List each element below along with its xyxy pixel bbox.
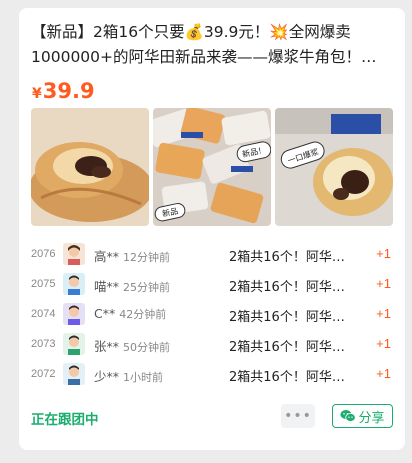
order-time: 1小时前 [123, 371, 164, 384]
order-row[interactable]: 2073 张** 50分钟前 2箱共16个！阿华… +1 [19, 331, 405, 361]
order-row[interactable]: 2074 C** 42分钟前 2箱共16个！阿华… +1 [19, 301, 405, 331]
order-time: 25分钟前 [123, 281, 171, 294]
post-title[interactable]: 【新品】2箱16个只要💰39.9元！💥全网爆卖1000000+的阿华田新品来袭—… [31, 20, 395, 70]
order-item: 2箱共16个！阿华… [229, 280, 345, 295]
product-images: 新品！ 新品 一口爆浆 [31, 108, 393, 228]
order-count: +1 [376, 246, 391, 261]
order-item: 2箱共16个！阿华… [229, 310, 345, 325]
order-row[interactable]: 2072 少** 1小时前 2箱共16个！阿华… +1 [19, 361, 405, 391]
group-buy-card[interactable]: 【新品】2箱16个只要💰39.9元！💥全网爆卖1000000+的阿华田新品来袭—… [19, 8, 405, 450]
avatar [63, 303, 85, 325]
order-item: 2箱共16个！阿华… [229, 340, 345, 355]
buyer-name: C** 42分钟前 [94, 306, 167, 321]
order-time: 12分钟前 [123, 251, 171, 264]
more-button[interactable]: ••• [281, 404, 315, 428]
order-number: 2072 [31, 368, 56, 380]
share-button[interactable]: 分享 [332, 404, 393, 428]
product-image-3[interactable]: 一口爆浆 [275, 108, 393, 226]
order-item: 2箱共16个！阿华… [229, 250, 345, 265]
order-count: +1 [376, 306, 391, 321]
order-number: 2075 [31, 278, 56, 290]
wechat-icon [340, 410, 357, 422]
avatar [63, 363, 85, 385]
price: ¥39.9 [32, 78, 95, 107]
buyer-name: 张** 50分钟前 [94, 339, 171, 354]
avatar [63, 333, 85, 355]
product-image-2[interactable]: 新品！ 新品 [153, 108, 271, 226]
order-number: 2074 [31, 308, 56, 320]
order-count: +1 [376, 276, 391, 291]
avatar [63, 273, 85, 295]
price-value: 39.9 [42, 79, 95, 103]
buyer-name: 高** 12分钟前 [94, 249, 171, 264]
product-image-1[interactable] [31, 108, 149, 226]
more-icon: ••• [284, 408, 312, 424]
order-item: 2箱共16个！阿华… [229, 370, 345, 385]
order-row[interactable]: 2075 喵** 25分钟前 2箱共16个！阿华… +1 [19, 271, 405, 301]
order-count: +1 [376, 336, 391, 351]
order-time: 50分钟前 [123, 341, 171, 354]
order-time: 42分钟前 [119, 308, 167, 321]
buyer-name: 少** 1小时前 [94, 369, 164, 384]
group-status: 正在跟团中 [31, 412, 99, 428]
order-count: +1 [376, 366, 391, 381]
order-number: 2073 [31, 338, 56, 350]
order-list: 2076 高** 12分钟前 2箱共16个！阿华… +1 2075 喵** 25分钟… [19, 241, 405, 391]
currency-symbol: ¥ [32, 86, 42, 102]
buyer-name: 喵** 25分钟前 [94, 279, 171, 294]
share-label: 分享 [358, 410, 385, 426]
order-row[interactable]: 2076 高** 12分钟前 2箱共16个！阿华… +1 [19, 241, 405, 271]
avatar [63, 243, 85, 265]
order-number: 2076 [31, 248, 56, 260]
